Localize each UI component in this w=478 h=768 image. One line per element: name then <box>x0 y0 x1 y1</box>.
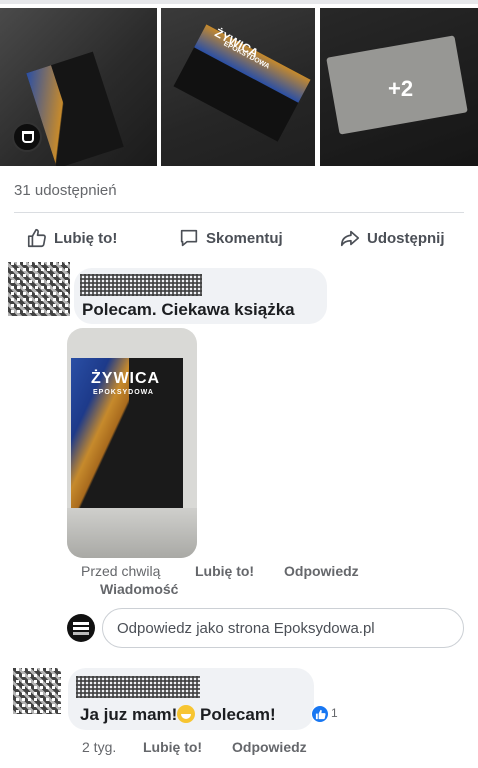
reaction-count: 1 <box>331 706 338 720</box>
post-actions: Lubię to! Skomentuj Udostępnij <box>0 222 478 254</box>
grin-emoji-icon <box>177 705 196 723</box>
comment-like-link[interactable]: Lubię to! <box>143 739 202 755</box>
comment-icon <box>180 229 198 247</box>
comment-attachment-photo[interactable]: ŻYWICA EPOKSYDOWA <box>67 328 197 558</box>
comment-reply-link[interactable]: Odpowiedz <box>284 563 359 579</box>
share-button[interactable]: Udostępnij <box>339 222 445 254</box>
shares-count[interactable]: 31 udostępnień <box>14 182 117 199</box>
comment-bubble: Ja juz mam! Polecam! <box>68 668 314 730</box>
reply-input[interactable] <box>102 608 464 648</box>
like-label: Lubię to! <box>54 229 118 247</box>
book-strip <box>26 65 82 166</box>
attachment-book-title: ŻYWICA <box>91 370 161 387</box>
comment-reply-link[interactable]: Odpowiedz <box>232 739 307 755</box>
commenter-avatar-obscured[interactable] <box>13 668 61 714</box>
divider <box>14 212 464 213</box>
photo-background <box>67 508 197 558</box>
comment-message-link[interactable]: Wiadomość <box>100 581 178 597</box>
attachment-book-subtitle: EPOKSYDOWA <box>93 389 154 396</box>
commenter-name-obscured[interactable] <box>80 274 202 296</box>
share-arrow-icon <box>340 230 360 247</box>
photo-3-more[interactable]: +2 <box>320 8 478 166</box>
comment-label: Skomentuj <box>206 229 283 247</box>
page-badge-icon <box>12 122 42 152</box>
comment-text: Polecam. Ciekawa książka <box>82 300 295 319</box>
photo-1[interactable] <box>0 8 157 166</box>
comment-button[interactable]: Skomentuj <box>178 222 283 254</box>
thumbs-up-icon <box>27 228 46 248</box>
book-strip <box>194 24 311 103</box>
like-button[interactable]: Lubię to! <box>26 222 117 254</box>
commenter-avatar-obscured[interactable] <box>8 262 70 316</box>
like-reaction-icon[interactable] <box>311 705 329 723</box>
page-avatar <box>67 614 95 642</box>
comment-timestamp[interactable]: 2 tyg. <box>82 739 116 755</box>
more-photos-count: +2 <box>388 76 414 101</box>
top-separator <box>0 0 478 4</box>
share-label: Udostępnij <box>367 229 445 247</box>
comment-bubble: Polecam. Ciekawa książka <box>74 268 327 324</box>
comment-like-link[interactable]: Lubię to! <box>195 563 254 579</box>
photo-grid: ŻYWICA EPOKSYDOWA +2 <box>0 8 478 166</box>
comment-timestamp[interactable]: Przed chwilą <box>81 563 160 579</box>
book-image: ŻYWICA EPOKSYDOWA <box>71 358 183 508</box>
book-shape <box>26 51 124 166</box>
comment-text: Ja juz mam! Polecam! <box>80 705 276 725</box>
photo-2[interactable]: ŻYWICA EPOKSYDOWA <box>161 8 315 166</box>
commenter-name-obscured[interactable] <box>76 676 200 698</box>
comment-text-part: Polecam! <box>195 705 276 724</box>
comment-text-part: Ja juz mam! <box>80 705 178 724</box>
